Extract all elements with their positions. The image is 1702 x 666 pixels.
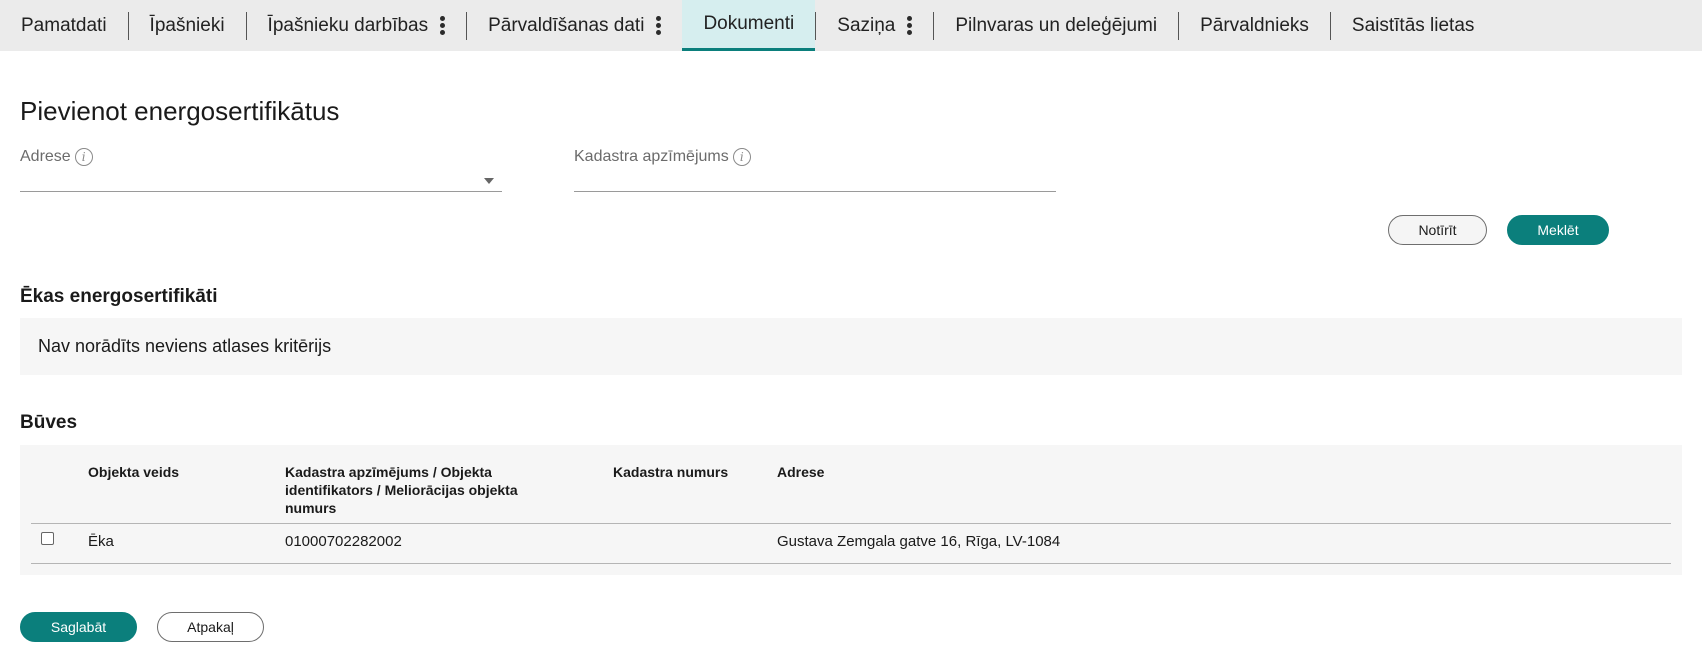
address-label: Adrese bbox=[20, 148, 71, 165]
save-button[interactable]: Saglabāt bbox=[20, 612, 137, 642]
empty-message: Nav norādīts neviens atlases kritērijs bbox=[38, 336, 332, 356]
chevron-down-icon[interactable] bbox=[484, 178, 494, 184]
info-icon[interactable]: i bbox=[732, 148, 751, 166]
tab-label: Pārvaldīšanas dati bbox=[488, 14, 645, 36]
certificates-title: Ēkas energosertifikāti bbox=[20, 286, 218, 307]
tab-label: Pamatdati bbox=[21, 14, 107, 36]
tab-ipasnieki[interactable]: Īpašnieki bbox=[129, 0, 246, 51]
tab-label: Īpašnieki bbox=[149, 14, 225, 36]
tab-label: Dokumenti bbox=[703, 13, 795, 34]
column-header-type: Objekta veids bbox=[88, 464, 180, 480]
tab-dokumenti[interactable]: Dokumenti bbox=[682, 0, 816, 51]
back-button[interactable]: Atpakaļ bbox=[157, 612, 264, 642]
more-vert-icon[interactable] bbox=[440, 16, 446, 35]
tab-label: Saziņa bbox=[837, 14, 896, 36]
search-button[interactable]: Meklēt bbox=[1507, 215, 1609, 245]
tab-ipasnieku-darbibas[interactable]: Īpašnieku darbības bbox=[247, 0, 467, 51]
address-select[interactable]: Adrese i bbox=[20, 148, 502, 192]
tab-saistitas-lietas[interactable]: Saistītās lietas bbox=[1331, 0, 1496, 51]
tab-sazina[interactable]: Saziņa bbox=[816, 0, 933, 51]
row-divider bbox=[31, 563, 1671, 564]
tab-label: Pārvaldnieks bbox=[1200, 14, 1309, 36]
tab-parvaldisanas-dati[interactable]: Pārvaldīšanas dati bbox=[467, 0, 682, 51]
tab-parvaldnieks[interactable]: Pārvaldnieks bbox=[1179, 0, 1330, 51]
buildings-title: Būves bbox=[20, 412, 78, 433]
buildings-table: Objekta veids Kadastra apzīmējums / Obje… bbox=[20, 445, 1682, 575]
more-vert-icon[interactable] bbox=[907, 16, 913, 35]
clear-button[interactable]: Notīrīt bbox=[1388, 215, 1487, 245]
cell-designation: 01000702282002 bbox=[285, 533, 402, 550]
tab-label: Saistītās lietas bbox=[1351, 14, 1475, 36]
certificates-empty-state: Nav norādīts neviens atlases kritērijs bbox=[20, 318, 1682, 375]
column-header-designation: Kadastra apzīmējums / Objekta identifika… bbox=[285, 464, 518, 516]
page-title: Pievienot energosertifikātus bbox=[20, 96, 340, 126]
row-checkbox[interactable] bbox=[41, 532, 54, 545]
tab-pamatdati[interactable]: Pamatdati bbox=[0, 0, 128, 51]
cadastre-label: Kadastra apzīmējums bbox=[574, 148, 729, 165]
more-vert-icon[interactable] bbox=[656, 16, 662, 35]
tab-bar: Pamatdati Īpašnieki Īpašnieku darbības P… bbox=[0, 0, 1702, 51]
cadastre-field[interactable]: Kadastra apzīmējums i bbox=[574, 148, 1056, 192]
cadastre-label-row: Kadastra apzīmējums i bbox=[574, 148, 1056, 166]
header-divider bbox=[31, 523, 1671, 524]
address-label-row: Adrese i bbox=[20, 148, 502, 166]
column-header-number: Kadastra numurs bbox=[613, 464, 729, 480]
info-icon[interactable]: i bbox=[74, 148, 93, 166]
column-header-address: Adrese bbox=[777, 464, 825, 480]
cell-type: Ēka bbox=[88, 533, 114, 550]
tab-label: Pilnvaras un deleģējumi bbox=[955, 14, 1158, 36]
tab-label: Īpašnieku darbības bbox=[267, 14, 429, 36]
cell-address: Gustava Zemgala gatve 16, Rīga, LV-1084 bbox=[777, 533, 1061, 550]
tab-pilnvaras[interactable]: Pilnvaras un deleģējumi bbox=[934, 0, 1178, 51]
